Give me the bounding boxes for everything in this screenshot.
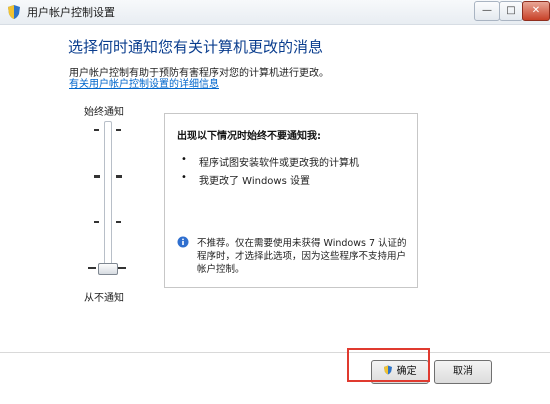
maximize-button[interactable]: □ <box>499 1 523 21</box>
help-link[interactable]: 有关用户帐户控制设置的详细信息 <box>69 75 219 90</box>
info-icon <box>177 236 189 248</box>
cancel-button[interactable]: 取消 <box>434 360 492 384</box>
slider-tick <box>116 221 121 223</box>
slider-tick <box>94 221 99 223</box>
bullet-icon: • <box>181 154 187 165</box>
list-item: 我更改了 Windows 设置 <box>199 176 310 187</box>
list-item: 程序试图安装软件或更改我的计算机 <box>199 158 359 169</box>
slider-tick <box>88 267 96 269</box>
bullet-icon: • <box>181 172 187 183</box>
highlight-frame <box>347 348 430 382</box>
slider-tick <box>94 175 100 178</box>
note-text: 不推荐。仅在需要使用未获得 Windows 7 认证的程序时，才选择此选项，因为… <box>197 238 407 275</box>
window-title: 用户帐户控制设置 <box>27 6 115 19</box>
slider-tick <box>118 267 126 269</box>
info-panel-title: 出现以下情况时始终不要通知我: <box>177 131 321 142</box>
slider-tick <box>116 129 121 131</box>
page-heading: 选择何时通知您有关计算机更改的消息 <box>68 38 324 56</box>
slider-top-label: 始终通知 <box>84 107 124 118</box>
slider-bottom-label: 从不通知 <box>84 293 124 304</box>
footer-divider <box>0 352 550 353</box>
notification-slider-thumb[interactable] <box>98 263 118 275</box>
notification-slider-track[interactable] <box>104 121 112 273</box>
minimize-button[interactable]: — <box>474 1 500 21</box>
title-bar: 用户帐户控制设置 — □ ✕ <box>0 0 550 25</box>
shield-icon <box>8 5 20 19</box>
close-button[interactable]: ✕ <box>522 1 550 21</box>
slider-tick <box>94 129 99 131</box>
info-panel: 出现以下情况时始终不要通知我: • 程序试图安装软件或更改我的计算机 • 我更改… <box>164 113 418 288</box>
slider-tick <box>116 175 122 178</box>
